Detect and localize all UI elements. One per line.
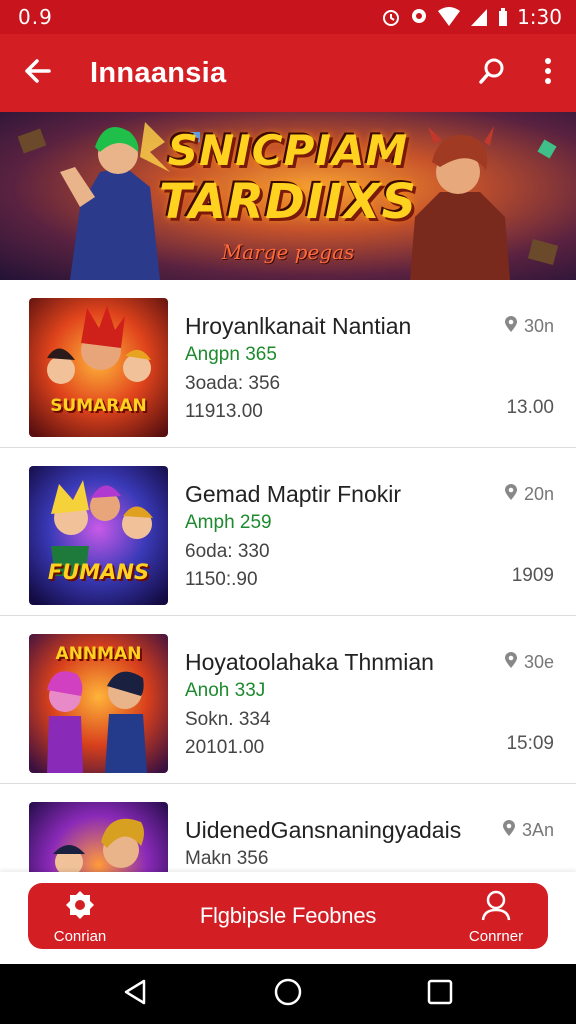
game-price: Amph 259	[185, 512, 272, 533]
game-stat: 6oda: 330	[185, 541, 270, 562]
signal-icon	[469, 7, 489, 27]
location-pin-icon	[502, 819, 516, 842]
list-item[interactable]: ANNMAN Hoyatoolahaka Thnmian Anoh 33J So…	[0, 616, 576, 784]
game-time: 1909	[511, 565, 554, 586]
game-name: Hoyatoolahaka Thnmian	[185, 649, 434, 675]
bottom-action-bar: Conrian Flgbipsle Feobnes Conrner	[28, 883, 548, 949]
bottom-panel: Conrian Flgbipsle Feobnes Conrner	[0, 872, 576, 964]
promo-banner[interactable]: SNICPIAM TARDIIXS Marge pegas	[0, 112, 576, 280]
distance-text: 20n	[523, 484, 554, 504]
list-item[interactable]: UidenedGansnaningyadais Makn 356 3An	[0, 784, 576, 872]
game-stat: 3oada: 356	[185, 373, 281, 394]
profile-button[interactable]: Conrner	[444, 883, 548, 949]
list-item[interactable]: SUMARAN Hroyanlkanait Nantian Angpn 365 …	[0, 280, 576, 448]
status-icons: 1:30	[381, 5, 562, 29]
search-button[interactable]	[464, 34, 520, 112]
profile-label: Conrner	[468, 928, 524, 945]
center-action-button[interactable]: Flgbipsle Feobnes	[138, 883, 438, 949]
list-item[interactable]: FUMANS Gemad Maptir Fnokir Amph 259 6oda…	[0, 448, 576, 616]
game-thumbnail: ANNMAN	[29, 634, 168, 773]
banner-title-line1: SNICPIAM	[167, 126, 409, 175]
game-distance: 30n	[504, 315, 554, 338]
thumb-title: ANNMAN	[55, 644, 142, 664]
banner-title-line2: TARDIIXS	[158, 174, 418, 230]
game-list: SUMARAN Hroyanlkanait Nantian Angpn 365 …	[0, 280, 576, 872]
game-thumbnail: SUMARAN	[29, 298, 168, 437]
alarm-icon	[381, 7, 401, 27]
game-date: 1150:.90	[185, 569, 258, 590]
distance-text: 30e	[523, 652, 554, 672]
square-recents-icon	[427, 979, 453, 1010]
wifi-icon	[437, 7, 461, 27]
home-label: Conrian	[53, 928, 107, 945]
search-icon	[477, 56, 507, 91]
game-name: UidenedGansnaningyadais	[185, 817, 462, 843]
thumb-title: SUMARAN	[50, 396, 147, 416]
game-price: Angpn 365	[185, 344, 277, 365]
game-distance: 30e	[504, 651, 554, 674]
more-vert-icon	[543, 56, 553, 91]
circle-home-icon	[273, 977, 303, 1012]
game-thumbnail: FUMANS	[29, 466, 168, 605]
nav-back-button[interactable]	[106, 964, 166, 1024]
nav-recents-button[interactable]	[410, 964, 470, 1024]
status-bar: 0.9 1:30	[0, 0, 576, 34]
app-bar: Innaansia	[0, 34, 576, 112]
distance-text: 30n	[523, 316, 554, 336]
arrow-left-icon	[22, 56, 52, 91]
distance-text: 3An	[521, 820, 554, 840]
game-time: 13.00	[506, 397, 554, 418]
game-distance: 20n	[504, 483, 554, 506]
battery-icon	[497, 7, 509, 27]
game-distance: 3An	[502, 819, 554, 842]
game-date: 20101.00	[185, 737, 265, 758]
location-pin-icon	[504, 315, 518, 338]
location-pin-icon	[504, 651, 518, 674]
status-left-text: 0.9	[18, 5, 53, 29]
game-thumbnail	[29, 802, 168, 872]
game-price: Anoh 33J	[185, 680, 266, 701]
game-time: 15:09	[506, 733, 554, 754]
location-icon	[409, 7, 429, 27]
game-stat: Sokn. 334	[185, 709, 271, 730]
thumb-title: FUMANS	[47, 560, 150, 584]
nav-home-button[interactable]	[258, 964, 318, 1024]
game-date: 11913.00	[185, 401, 263, 422]
system-nav-bar	[0, 964, 576, 1024]
triangle-back-icon	[122, 978, 150, 1011]
back-button[interactable]	[0, 34, 74, 112]
page-title: Innaansia	[90, 56, 227, 89]
more-options-button[interactable]	[520, 34, 576, 112]
home-button[interactable]: Conrian	[28, 883, 132, 949]
clock-text: 1:30	[517, 5, 562, 29]
game-name: Hroyanlkanait Nantian	[185, 313, 412, 339]
location-pin-icon	[504, 483, 518, 506]
banner-subtitle: Marge pegas	[221, 240, 355, 264]
game-price: Makn 356	[185, 848, 269, 869]
game-name: Gemad Maptir Fnokir	[185, 481, 402, 507]
